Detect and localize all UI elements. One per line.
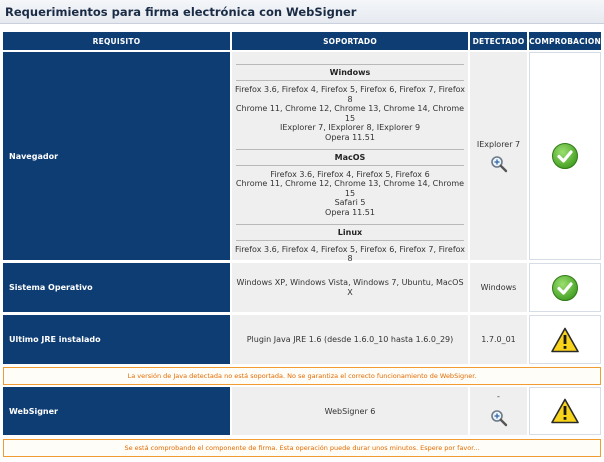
os-line: Firefox 3.6, Firefox 4, Firefox 5, Firef…	[234, 244, 466, 264]
os-line: Safari 5	[334, 198, 366, 208]
warning-triangle-icon	[551, 327, 579, 352]
os-line: Chrome 11, Chrome 12, Chrome 13, Chrome …	[235, 104, 465, 123]
row-sistema-status	[529, 263, 601, 312]
os-line: IExplorer 7, IExplorer 8, IExplorer 9	[279, 123, 421, 133]
detected-value: -	[497, 392, 500, 401]
os-line: Firefox 3.6, Firefox 4, Firefox 5, Firef…	[234, 85, 466, 104]
os-line: Chrome 11, Chrome 12, Chrome 13, Chrome …	[235, 179, 465, 198]
os-line: Firefox 3.6, Firefox 4, Firefox 5, Firef…	[270, 169, 430, 179]
header-requisito: REQUISITO	[3, 32, 230, 50]
os-macos: MacOS Firefox 3.6, Firefox 4, Firefox 5,…	[232, 148, 468, 224]
supported-value: Plugin Java JRE 1.6 (desde 1.6.0_10 hast…	[246, 335, 454, 344]
magnifier-plus-icon[interactable]	[490, 155, 508, 173]
warning-triangle-icon	[551, 398, 579, 424]
row-websigner-detected: -	[470, 387, 527, 435]
magnifier-plus-icon[interactable]	[490, 409, 508, 427]
check-circle-icon	[552, 274, 578, 301]
row-websigner-label: WebSigner	[3, 387, 230, 435]
row-sistema-label: Sistema Operativo	[3, 263, 230, 312]
detected-value: IExplorer 7	[476, 139, 521, 149]
row-jre-label: Ultimo JRE instalado	[3, 315, 230, 364]
row-navegador-status	[529, 52, 601, 260]
row-sistema-supported: Windows XP, Windows Vista, Windows 7, Ub…	[232, 263, 468, 312]
os-line: Opera 11.51	[325, 132, 375, 142]
row-navegador-detected: IExplorer 7	[470, 52, 527, 260]
check-circle-icon	[552, 143, 578, 169]
header-detectado: DETECTADO	[470, 32, 527, 50]
row-navegador-label: Navegador	[3, 52, 230, 260]
header-comprobacion: COMPROBACION	[529, 32, 601, 50]
supported-value: WebSigner 6	[324, 406, 376, 416]
supported-value: Windows XP, Windows Vista, Windows 7, Ub…	[236, 277, 464, 297]
row-websigner-status	[529, 387, 601, 435]
page-title: Requerimientos para firma electrónica co…	[5, 5, 357, 19]
os-title-linux: Linux	[236, 223, 464, 241]
row-websigner-supported: WebSigner 6	[232, 387, 468, 435]
detected-value: 1.7.0_01	[481, 335, 516, 344]
row-jre-detected: 1.7.0_01	[470, 315, 527, 364]
row-sistema-detected: Windows	[470, 263, 527, 312]
title-bar: Requerimientos para firma electrónica co…	[0, 0, 604, 24]
row-jre-status	[529, 315, 601, 364]
row-jre-supported: Plugin Java JRE 1.6 (desde 1.6.0_10 hast…	[232, 315, 468, 364]
os-title-windows: Windows	[236, 64, 464, 81]
os-windows: Windows Firefox 3.6, Firefox 4, Firefox …	[232, 64, 468, 149]
detected-value: Windows	[480, 283, 517, 292]
header-soportado: SOPORTADO	[232, 32, 468, 50]
os-line: Opera 11.51	[325, 207, 375, 217]
os-title-macos: MacOS	[236, 148, 464, 166]
row-navegador-supported: Windows Firefox 3.6, Firefox 4, Firefox …	[232, 52, 468, 263]
jre-warning-message: La versión de Java detectada no está sop…	[3, 367, 601, 385]
websigner-info-message: Se está comprobando el componente de fir…	[3, 439, 601, 457]
